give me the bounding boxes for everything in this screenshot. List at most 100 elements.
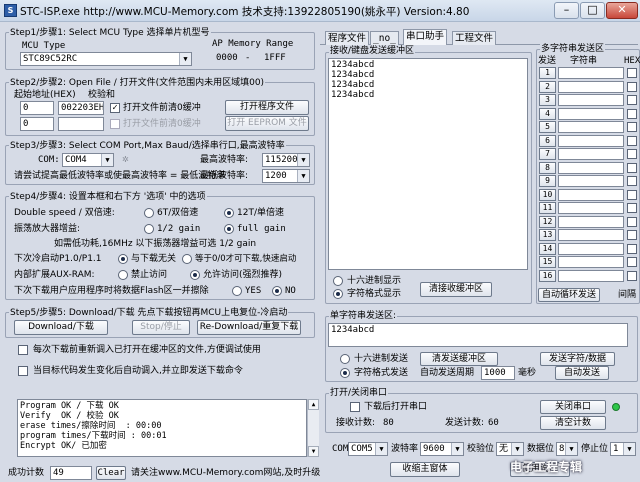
multi-send-row-button[interactable]: 15: [539, 256, 556, 268]
tab-program-file[interactable]: 程序文件: [325, 31, 370, 45]
multi-send-row-hex-checkbox[interactable]: [627, 135, 637, 146]
radio-allow-aux[interactable]: [190, 270, 200, 280]
radio-hex-display[interactable]: [333, 276, 343, 286]
multi-send-row-hex-checkbox[interactable]: [627, 230, 637, 240]
multi-send-row-button[interactable]: 10: [539, 188, 556, 201]
reload-each-time-checkbox[interactable]: [18, 345, 28, 355]
clear-counter-button[interactable]: 清空计数: [540, 416, 606, 430]
eeprom-clear-buffer-checkbox[interactable]: [110, 119, 120, 129]
radio-half-gain[interactable]: [144, 224, 154, 234]
radio-equal-zero[interactable]: [182, 254, 192, 264]
open-after-download-checkbox[interactable]: [350, 402, 360, 412]
multi-send-row-button[interactable]: 2: [539, 80, 556, 93]
multi-send-row-button[interactable]: 3: [539, 94, 556, 106]
stop-button[interactable]: Stop/停止: [132, 320, 190, 335]
scroll-up-icon[interactable]: ▲: [308, 399, 319, 410]
multi-send-row-input[interactable]: [558, 80, 624, 93]
multi-send-row-input[interactable]: [558, 94, 624, 106]
multi-send-row-input[interactable]: [558, 256, 624, 268]
scroll-down-icon[interactable]: ▼: [308, 446, 319, 457]
tab-no[interactable]: _no_: [370, 31, 399, 45]
radio-char-display[interactable]: [333, 289, 343, 299]
multi-send-row-hex-checkbox[interactable]: [627, 149, 637, 159]
multi-send-row-hex-checkbox[interactable]: [627, 162, 637, 173]
multi-send-row-hex-checkbox[interactable]: [627, 243, 637, 254]
max-baud-select[interactable]: 115200 ▼: [262, 153, 310, 167]
multi-send-row-button[interactable]: 14: [539, 242, 556, 255]
mcu-type-select[interactable]: STC89C52RC ▼: [20, 52, 192, 66]
multi-send-row-button[interactable]: 9: [539, 175, 556, 187]
multi-send-row-button[interactable]: 1: [539, 67, 556, 79]
shrink-window-button[interactable]: 收缩主窗体: [390, 462, 460, 477]
refresh-icon[interactable]: ✲: [122, 153, 129, 164]
databits-select[interactable]: 8 ▼: [556, 442, 578, 456]
multi-send-row-hex-checkbox[interactable]: [627, 95, 637, 105]
auto-send-button[interactable]: 自动发送: [555, 366, 609, 380]
clear-receive-button[interactable]: 清接收缓冲区: [420, 282, 492, 297]
stopbits-select[interactable]: 1 ▼: [610, 442, 636, 456]
close-button[interactable]: ✕: [606, 2, 638, 19]
radio-disable-aux[interactable]: [118, 270, 128, 280]
multi-send-row-input[interactable]: [558, 242, 624, 255]
single-send-input[interactable]: 1234abcd: [328, 323, 628, 347]
multi-send-row-input[interactable]: [558, 175, 624, 187]
min-baud-select[interactable]: 1200 ▼: [262, 169, 310, 183]
multi-send-row-input[interactable]: [558, 161, 624, 174]
multi-send-row-input[interactable]: [558, 121, 624, 133]
multi-send-row-button[interactable]: 12: [539, 215, 556, 228]
period-input[interactable]: 1000: [481, 366, 515, 380]
port-com-select[interactable]: COM5 ▼: [348, 442, 388, 456]
send-string-button[interactable]: 发送字符/数据: [540, 352, 615, 366]
auto-reload-checkbox[interactable]: [18, 366, 28, 376]
radio-unrelated[interactable]: [118, 254, 128, 264]
tab-serial-helper[interactable]: 串口助手: [403, 29, 448, 45]
download-button[interactable]: Download/下载: [14, 320, 108, 335]
multi-send-row-hex-checkbox[interactable]: [627, 270, 637, 281]
redownload-button[interactable]: Re-Download/重复下载: [197, 320, 301, 335]
multi-send-row-button[interactable]: 4: [539, 107, 556, 120]
clear-count-button[interactable]: Clear: [96, 466, 126, 480]
receive-buffer[interactable]: 1234abcd 1234abcd 1234abcd 1234abcd: [328, 58, 528, 270]
multi-send-row-hex-checkbox[interactable]: [627, 176, 637, 186]
radio-char-send[interactable]: [340, 368, 350, 378]
website-ad[interactable]: 请关注www.MCU-Memory.com网站,及时升级: [131, 468, 320, 479]
multi-send-row-hex-checkbox[interactable]: [627, 122, 637, 132]
multi-send-row-input[interactable]: [558, 107, 624, 120]
multi-send-row-button[interactable]: 8: [539, 161, 556, 174]
multi-send-row-hex-checkbox[interactable]: [627, 203, 637, 213]
multi-send-row-button[interactable]: 16: [539, 269, 556, 282]
multi-send-row-input[interactable]: [558, 202, 624, 214]
multi-send-row-button[interactable]: 5: [539, 121, 556, 133]
radio-erase-yes[interactable]: [232, 286, 242, 296]
maximize-button[interactable]: □: [580, 2, 605, 19]
multi-send-row-hex-checkbox[interactable]: [627, 81, 637, 92]
eeprom-address-input[interactable]: 0: [20, 117, 54, 131]
multi-send-row-button[interactable]: 11: [539, 202, 556, 214]
multi-send-row-input[interactable]: [558, 148, 624, 160]
multi-send-row-input[interactable]: [558, 188, 624, 201]
com-port-select[interactable]: COM4 ▼: [62, 153, 114, 167]
log-scrollbar[interactable]: ▲ ▼: [307, 399, 319, 457]
multi-send-row-hex-checkbox[interactable]: [627, 68, 637, 78]
multi-send-row-button[interactable]: 7: [539, 148, 556, 160]
multi-send-row-input[interactable]: [558, 215, 624, 228]
radio-full-gain[interactable]: [224, 224, 234, 234]
multi-send-row-hex-checkbox[interactable]: [627, 108, 637, 119]
parity-select[interactable]: 无 ▼: [496, 442, 524, 456]
minimize-button[interactable]: –: [554, 2, 579, 19]
multi-send-row-input[interactable]: [558, 269, 624, 282]
multi-send-row-button[interactable]: 13: [539, 229, 556, 241]
radio-6t[interactable]: [144, 208, 154, 218]
multi-send-row-hex-checkbox[interactable]: [627, 257, 637, 267]
multi-send-row-input[interactable]: [558, 134, 624, 147]
open-program-button[interactable]: 打开程序文件: [225, 100, 309, 115]
radio-erase-no[interactable]: [272, 286, 282, 296]
clear-buffer-checkbox[interactable]: ✓: [110, 103, 120, 113]
multi-send-row-hex-checkbox[interactable]: [627, 216, 637, 227]
tab-project-file[interactable]: 工程文件: [452, 31, 497, 45]
start-address-input[interactable]: 0: [20, 101, 54, 115]
multi-send-row-input[interactable]: [558, 67, 624, 79]
clear-send-button[interactable]: 清发送缓冲区: [420, 352, 498, 366]
auto-loop-send-button[interactable]: 自动循环发送: [538, 288, 600, 302]
multi-send-row-button[interactable]: 6: [539, 134, 556, 147]
